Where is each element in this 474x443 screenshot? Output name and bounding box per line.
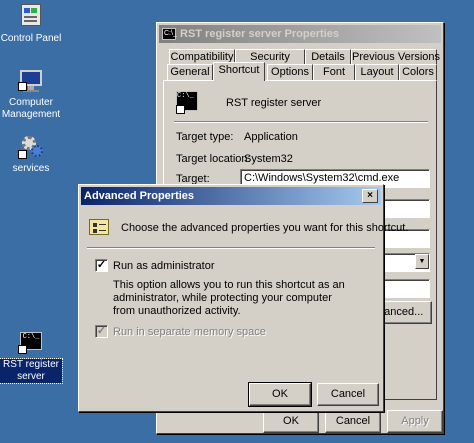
desktop-icon-services[interactable]: services	[0, 134, 62, 175]
shortcut-name: RST register server	[226, 97, 322, 109]
advanced-intro-text: Choose the advanced properties you want …	[121, 222, 409, 234]
properties-title: RST register server Properties	[180, 28, 339, 40]
tab-label: Colors	[402, 66, 434, 78]
properties-cancel-button[interactable]: Cancel	[325, 410, 381, 433]
button-label: Cancel	[330, 388, 366, 400]
desktop-icon-label: services	[12, 163, 50, 174]
tab-layout[interactable]: Layout	[355, 64, 399, 80]
shortcut-arrow-icon	[176, 105, 185, 114]
desktop-icon-rst-register-server[interactable]: C:\_ RST register server	[0, 330, 63, 384]
cmd-shortcut-icon: C:\_	[18, 330, 44, 356]
target-type-label: Target type:	[176, 131, 234, 143]
tab-general[interactable]: General	[167, 64, 213, 80]
desktop-icon-control-panel[interactable]: Control Panel	[0, 4, 62, 45]
advanced-titlebar[interactable]: Advanced Properties ×	[81, 187, 381, 205]
tab-options[interactable]: Options	[267, 64, 313, 80]
advanced-cancel-button[interactable]: Cancel	[317, 383, 379, 406]
divider	[87, 247, 375, 249]
check-icon: ✓	[96, 259, 107, 271]
tab-label: Options	[271, 66, 309, 78]
button-label: Apply	[401, 415, 429, 427]
tab-details[interactable]: Details	[305, 49, 351, 65]
tab-label: Layout	[360, 66, 394, 78]
divider	[174, 121, 428, 123]
desktop-icon-computer-management[interactable]: Computer Management	[0, 68, 62, 121]
tab-font[interactable]: Font	[313, 64, 355, 80]
separate-memory-checkbox[interactable]: ✓	[95, 325, 108, 338]
cmd-window-icon: C:\_	[162, 28, 177, 40]
check-icon: ✓	[96, 325, 107, 337]
advanced-ok-button[interactable]: OK	[248, 382, 312, 407]
advanced-title: Advanced Properties	[84, 190, 195, 202]
tab-label: Details	[311, 51, 345, 63]
desktop-icon-label: Computer Management	[1, 97, 61, 120]
properties-ok-button[interactable]: OK	[263, 410, 319, 433]
tab-label: General	[170, 66, 210, 78]
tab-label: Font	[322, 66, 345, 78]
close-icon: ×	[367, 190, 373, 201]
properties-apply-button[interactable]: Apply	[387, 410, 443, 433]
desktop-icon-label: Control Panel	[0, 33, 62, 44]
control-panel-icon	[18, 4, 44, 30]
button-label: Cancel	[335, 415, 371, 427]
tab-label: Shortcut	[218, 64, 260, 76]
run-as-admin-label[interactable]: Run as administrator	[113, 260, 215, 272]
separate-memory-label: Run in separate memory space	[113, 326, 266, 338]
target-location-value: System32	[244, 153, 293, 165]
shortcut-properties-icon	[89, 219, 109, 235]
button-label: OK	[283, 415, 299, 427]
run-as-admin-description: This option allows you to run this short…	[113, 279, 345, 317]
properties-titlebar[interactable]: C:\_ RST register server Properties	[159, 25, 441, 43]
tab-shortcut[interactable]: Shortcut	[213, 62, 265, 81]
computer-management-icon	[18, 68, 44, 94]
tab-previous-versions[interactable]: Previous Versions	[351, 49, 441, 65]
tab-label: Previous Versions	[352, 51, 441, 63]
target-location-label: Target location:	[176, 153, 251, 165]
target-type-value: Application	[244, 131, 298, 143]
chevron-down-icon: ▼	[415, 254, 429, 269]
close-button[interactable]: ×	[362, 189, 378, 203]
advanced-properties-dialog: Advanced Properties × Choose the advance…	[78, 184, 408, 412]
run-as-admin-checkbox[interactable]: ✓	[95, 259, 108, 272]
button-label: OK	[272, 388, 288, 400]
tab-colors[interactable]: Colors	[399, 64, 437, 80]
advanced-button-label: vanced...	[378, 306, 424, 318]
services-icon	[18, 134, 44, 160]
desktop-icon-label: RST register server	[0, 358, 63, 384]
